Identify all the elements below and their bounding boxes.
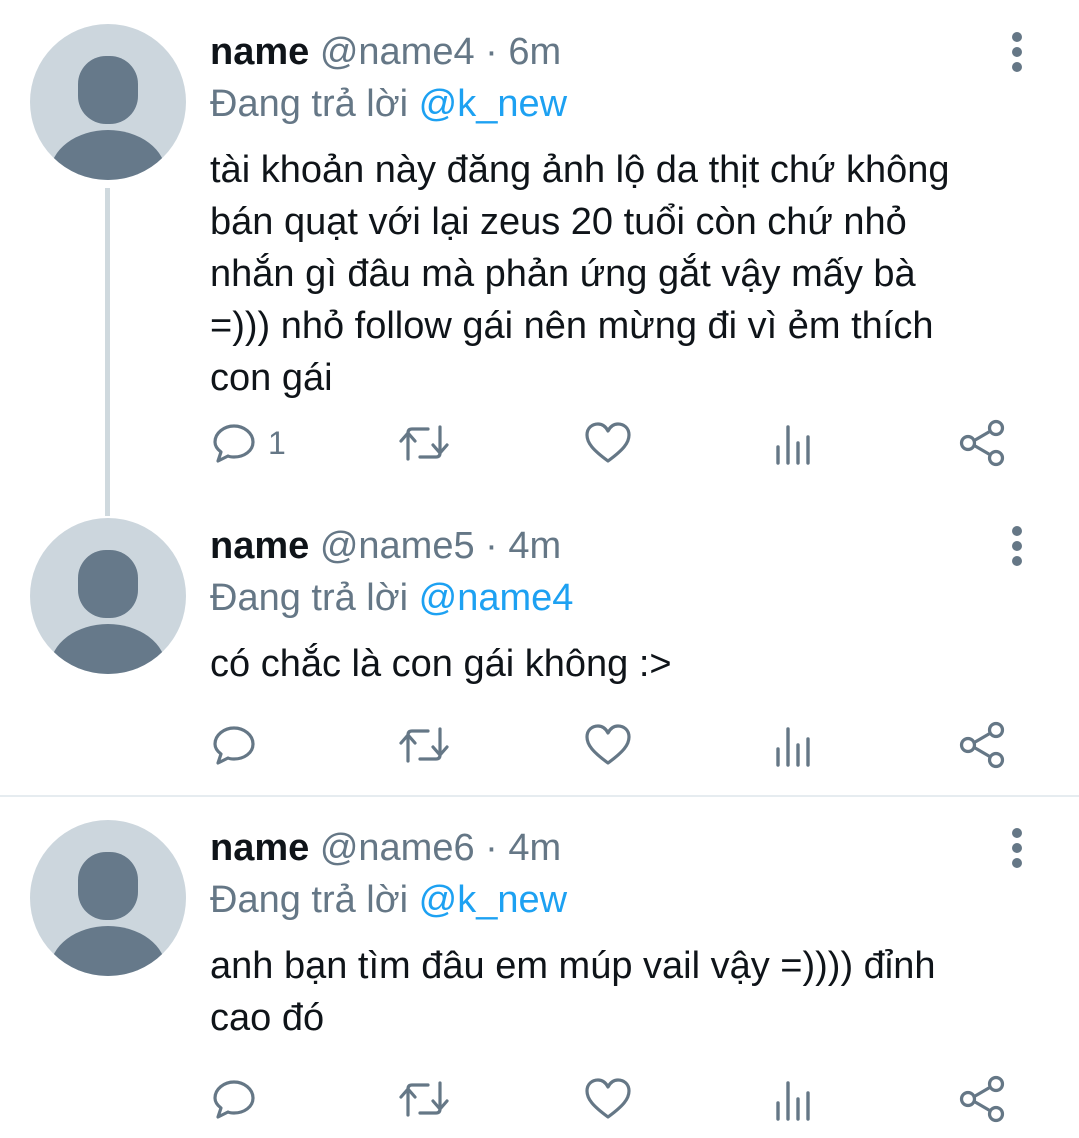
tweet-actions	[210, 1074, 1040, 1124]
thread-connector-line	[105, 188, 110, 516]
user-handle[interactable]: @name6	[320, 827, 475, 869]
reply-button[interactable]: 1	[210, 418, 286, 468]
analytics-button[interactable]	[772, 720, 816, 770]
avatar[interactable]	[30, 24, 186, 180]
retweet-button[interactable]	[398, 1074, 450, 1124]
bar-chart-icon	[776, 1081, 810, 1121]
share-button[interactable]	[958, 720, 1008, 770]
display-name[interactable]: name	[210, 31, 309, 73]
share-button[interactable]	[958, 1074, 1008, 1124]
tweet-header: name @name5 · 4m	[210, 524, 561, 568]
share-icon	[959, 419, 1005, 467]
reply-button[interactable]	[210, 1074, 268, 1124]
avatar[interactable]	[30, 820, 186, 976]
bar-chart-icon	[776, 425, 810, 465]
heart-outline-icon	[585, 422, 631, 463]
tweet-header: name @name4 · 6m	[210, 30, 561, 74]
analytics-button[interactable]	[772, 418, 816, 468]
more-options-button[interactable]	[1002, 28, 1032, 78]
more-options-button[interactable]	[1002, 522, 1032, 572]
replying-to-label: Đang trả lời	[210, 83, 419, 125]
default-profile-icon	[50, 56, 166, 180]
replying-to-label: Đang trả lời	[210, 879, 419, 921]
display-name[interactable]: name	[210, 827, 309, 869]
vertical-ellipsis-icon	[1012, 828, 1022, 868]
share-button[interactable]	[958, 418, 1008, 468]
replying-to: Đang trả lời @k_new	[210, 878, 567, 922]
vertical-ellipsis-icon	[1012, 32, 1022, 72]
user-handle[interactable]: @name5	[320, 525, 475, 567]
tweet-text: tài khoản này đăng ảnh lộ da thịt chứ kh…	[210, 149, 950, 399]
reply-icon	[213, 424, 255, 463]
analytics-button[interactable]	[772, 1074, 816, 1124]
heart-outline-icon	[585, 724, 631, 765]
mention-link[interactable]: @name4	[419, 577, 574, 619]
replying-to-label: Đang trả lời	[210, 577, 419, 619]
replying-to: Đang trả lời @name4	[210, 576, 573, 620]
retweet-icon	[399, 425, 449, 461]
timestamp[interactable]: · 6m	[475, 31, 561, 73]
more-options-button[interactable]	[1002, 824, 1032, 874]
mention-link[interactable]: @k_new	[419, 879, 567, 921]
avatar[interactable]	[30, 518, 186, 674]
tweet-actions: 1	[210, 418, 1040, 468]
bar-chart-icon	[776, 727, 810, 767]
share-icon	[959, 721, 1005, 769]
display-name[interactable]: name	[210, 525, 309, 567]
vertical-ellipsis-icon	[1012, 526, 1022, 566]
timestamp[interactable]: · 4m	[475, 525, 561, 567]
retweet-button[interactable]	[398, 720, 450, 770]
tweet-actions	[210, 720, 1040, 770]
retweet-button[interactable]	[398, 418, 450, 468]
tweet-text: có chắc là con gái không :>	[210, 643, 672, 685]
mention-link[interactable]: @k_new	[419, 83, 567, 125]
tweet-header: name @name6 · 4m	[210, 826, 561, 870]
retweet-icon	[399, 1081, 449, 1117]
reply-icon	[213, 1080, 255, 1119]
tweet-divider	[0, 795, 1079, 797]
like-button[interactable]	[583, 1074, 633, 1124]
replying-to: Đang trả lời @k_new	[210, 82, 567, 126]
reply-count: 1	[268, 424, 286, 461]
heart-outline-icon	[585, 1078, 631, 1119]
like-button[interactable]	[583, 720, 633, 770]
reply-icon	[213, 726, 255, 765]
timestamp[interactable]: · 4m	[475, 827, 561, 869]
like-button[interactable]	[583, 418, 633, 468]
reply-button[interactable]	[210, 720, 268, 770]
user-handle[interactable]: @name4	[320, 31, 475, 73]
default-profile-icon	[50, 852, 166, 976]
share-icon	[959, 1075, 1005, 1123]
tweet-text: anh bạn tìm đâu em múp vail vậy =)))) đỉ…	[210, 945, 936, 1039]
default-profile-icon	[50, 550, 166, 674]
retweet-icon	[399, 727, 449, 763]
